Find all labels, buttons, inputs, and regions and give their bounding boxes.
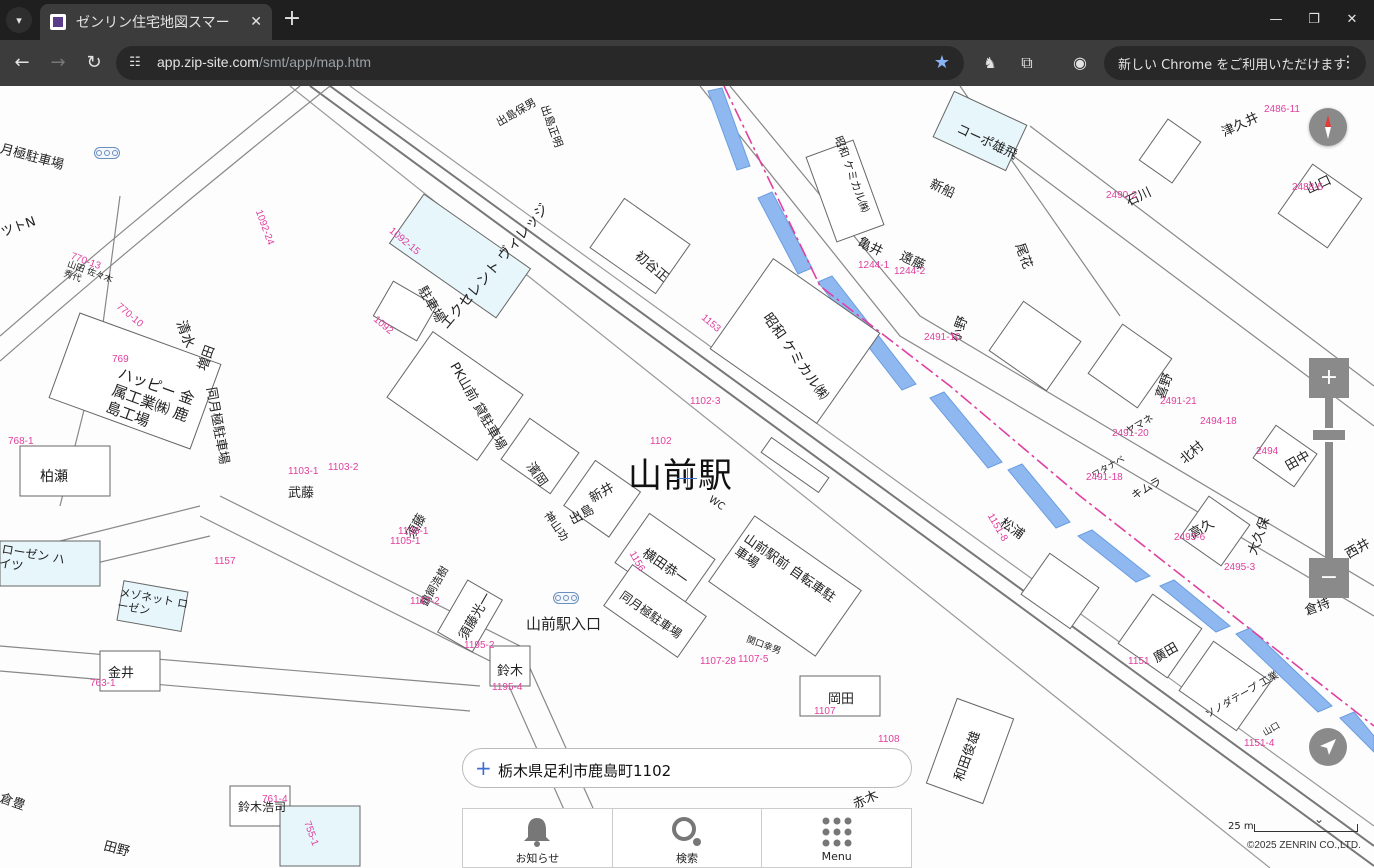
tab-search-button[interactable]: ▾ (6, 7, 32, 33)
search-button[interactable]: 検索 (613, 809, 763, 867)
bus-stop-label: 山前駅入口 (526, 615, 602, 633)
parcel-number: 1107-28 (700, 656, 736, 667)
parcel-number: 2494-18 (1200, 416, 1237, 427)
notice-label: お知らせ (515, 852, 560, 865)
restore-button[interactable]: ❐ (1302, 8, 1326, 32)
parcel-number: 1103-1 (288, 466, 319, 477)
new-tab-button[interactable]: + (280, 8, 304, 32)
reload-button[interactable]: ↻ (82, 51, 106, 75)
parcel-number: 1244-1 (858, 260, 890, 271)
building-label: 鈴木 (497, 664, 524, 679)
notice-button[interactable]: お知らせ (463, 809, 613, 867)
site-favicon-icon (50, 14, 66, 30)
parcel-number: 1157 (214, 556, 236, 567)
current-location-button[interactable] (1309, 728, 1347, 766)
tab-strip: ▾ ゼンリン住宅地図スマー ✕ + — ❐ ✕ (0, 0, 1374, 40)
parcel-number: 2495-6 (1174, 532, 1206, 543)
search-icon (672, 817, 701, 846)
grid-menu-icon (822, 817, 852, 847)
profile-icon[interactable]: ◉ (1068, 51, 1092, 75)
bus-stop-icon[interactable] (553, 592, 579, 604)
parcel-number: 2494 (1256, 446, 1279, 457)
parcel-number: 2491-21 (1160, 396, 1197, 407)
parcel-number: 1244-2 (894, 266, 926, 277)
building-label: 岡田 (828, 692, 855, 707)
tab-title: ゼンリン住宅地図スマー (76, 15, 230, 31)
parcel-number: 1103-2 (328, 462, 359, 473)
navigation-arrow-icon (1320, 739, 1336, 755)
compass-icon[interactable] (1309, 108, 1347, 146)
kebab-menu-icon[interactable]: ⋮ (1340, 52, 1356, 71)
zenrin-map[interactable]: 山前駅 山前駅入口 エクセレント ヴィレッジ 駐車場 PK山前 貸駐車場 初谷正… (0, 86, 1374, 868)
parcel-number: 2491-20 (1112, 428, 1149, 439)
zoom-out-button[interactable]: − (1309, 558, 1349, 598)
parcel-number: 1102-3 (690, 396, 721, 407)
extension-icon[interactable]: ♞ (978, 51, 1002, 75)
site-info-icon[interactable]: ☷ (126, 54, 144, 72)
zoom-in-button[interactable]: + (1309, 358, 1349, 398)
parcel-number: 1102 (650, 436, 672, 447)
parcel-number: 1107 (814, 706, 836, 717)
close-window-button[interactable]: ✕ (1340, 8, 1364, 32)
browser-tab[interactable]: ゼンリン住宅地図スマー ✕ (40, 4, 272, 40)
parcel-number: 769 (112, 354, 129, 365)
chrome-update-button[interactable]: 新しい Chrome をご利用いただけます ⋮ (1104, 46, 1366, 80)
bookmark-star-icon[interactable]: ★ (934, 52, 950, 73)
parcel-number: 768-1 (8, 436, 34, 447)
station-label[interactable]: 山前駅 (628, 448, 733, 497)
update-label: 新しい Chrome をご利用いただけます (1118, 57, 1347, 73)
parcel-number: 2495-3 (1224, 562, 1256, 573)
plus-icon: + (475, 756, 492, 780)
parcel-number: 1105-1 (390, 536, 421, 547)
copyright: ©2025 ZENRIN CO.,LTD. (1247, 840, 1361, 851)
building-label: 武藤 (288, 486, 315, 501)
building-label: 柏瀬 (40, 469, 68, 485)
address-text: 栃木県足利市鹿島町1102 (498, 762, 672, 780)
browser-toolbar: ← → ↻ ☷ app.zip-site.com/smt/app/map.htm… (0, 40, 1374, 86)
zoom-slider-track[interactable] (1325, 398, 1333, 558)
parcel-number: 1151-4 (1244, 738, 1275, 749)
center-crosshair-icon (687, 468, 688, 488)
zoom-slider-thumb[interactable] (1311, 428, 1347, 442)
parcel-number: 763-1 (90, 678, 116, 689)
bell-icon (524, 818, 551, 847)
chevron-down-icon: ▾ (16, 13, 22, 27)
bus-stop-icon[interactable] (94, 147, 120, 159)
close-tab-icon[interactable]: ✕ (250, 14, 262, 30)
parcel-number: 1108 (878, 734, 900, 745)
menu-button[interactable]: Menu (762, 809, 911, 867)
parcel-number: 761-4 (262, 794, 288, 805)
parcel-number: 2491-18 (1086, 472, 1123, 483)
minimize-button[interactable]: — (1264, 8, 1288, 32)
address-omnibox[interactable]: ☷ app.zip-site.com/smt/app/map.htm ★ (116, 46, 964, 80)
scale-bar (1254, 824, 1358, 832)
address-display[interactable]: + 栃木県足利市鹿島町1102 (462, 748, 912, 788)
forward-button[interactable]: → (46, 51, 70, 75)
parcel-number: 2488-5 (1292, 182, 1324, 193)
chevron-down-icon[interactable]: ⌄ (1314, 812, 1324, 826)
parcel-number: 1107-5 (738, 654, 769, 665)
extensions-puzzle-icon[interactable]: ⧉ (1015, 51, 1039, 75)
scale-label: 25 m (1228, 821, 1254, 832)
url-text[interactable]: app.zip-site.com/smt/app/map.htm (157, 54, 371, 70)
parcel-number: 2490-2 (1106, 190, 1138, 201)
back-button[interactable]: ← (10, 51, 34, 75)
parcel-number: 1117-2 (410, 596, 440, 607)
parcel-number: 1151 (1128, 656, 1150, 667)
bottom-nav: お知らせ 検索 Menu (462, 808, 912, 868)
parcel-number: 1195-4 (492, 682, 523, 693)
parcel-number: 2486-11 (1264, 104, 1300, 115)
parcel-number: 1195-2 (464, 640, 495, 651)
search-label: 検索 (676, 852, 698, 865)
parcel-number: 2491-10 (924, 332, 961, 343)
menu-label: Menu (821, 850, 852, 863)
